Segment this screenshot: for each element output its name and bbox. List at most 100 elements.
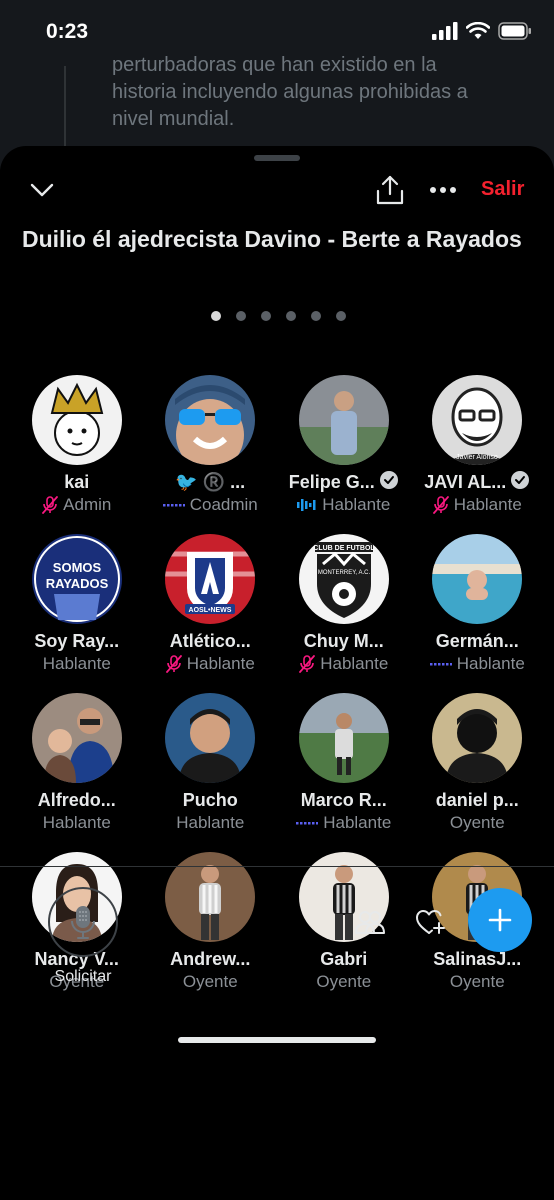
react-button[interactable]: [414, 906, 446, 938]
participant[interactable]: Javier Alonso JAVI AL... Hablante: [411, 375, 545, 516]
svg-text:MONTERREY, A.C.: MONTERREY, A.C.: [318, 570, 371, 576]
participant-role: Oyente: [449, 972, 505, 991]
participant[interactable]: Andrew... Oyente: [144, 852, 278, 993]
mic-muted-icon: [432, 496, 449, 514]
participant-role-row: Hablante: [43, 653, 111, 675]
footer-divider: [0, 866, 554, 867]
request-mic-button[interactable]: [48, 887, 118, 957]
participant[interactable]: Pucho Hablante: [144, 693, 278, 834]
more-options-button[interactable]: [426, 176, 460, 204]
participant[interactable]: Germán... Hablante: [411, 534, 545, 675]
page-dot: [261, 311, 271, 321]
role-status: [297, 499, 317, 511]
participant-role: Hablante: [320, 654, 389, 673]
participant-role: Hablante: [323, 813, 392, 832]
participant-name-row: kai: [64, 471, 89, 493]
battery-icon: [498, 22, 532, 45]
participant-name: Gabri: [320, 948, 368, 969]
home-indicator[interactable]: [178, 1037, 376, 1043]
page-dot: [311, 311, 321, 321]
avatar[interactable]: SOMOS RAYADOS: [31, 534, 122, 624]
participant[interactable]: Gabri Oyente: [277, 852, 411, 993]
avatar[interactable]: [432, 693, 523, 783]
participant-name-row: SalinasJ...: [433, 948, 521, 970]
wifi-icon: [465, 21, 491, 45]
idle-audio-icon: [162, 504, 185, 507]
participant-name: SalinasJ...: [433, 948, 522, 969]
participant-role-row: Hablante: [432, 494, 522, 516]
leave-button[interactable]: Salir: [481, 178, 524, 201]
participant[interactable]: Alfredo... Hablante: [10, 693, 144, 834]
participant-role-row: Hablante: [43, 812, 111, 834]
participant[interactable]: SOMOS RAYADOS Soy Ray... Hablante: [10, 534, 144, 675]
participant-name-row: Andrew...: [170, 948, 250, 970]
participant[interactable]: AOSL•NEWS Atlético... Hablante: [144, 534, 278, 675]
participant[interactable]: daniel p... Oyente: [411, 693, 545, 834]
microphone-icon: [71, 906, 95, 939]
participant[interactable]: kai Admin: [10, 375, 144, 516]
participant-name-row: Gabri: [320, 948, 367, 970]
status-time: 0:23: [46, 20, 89, 43]
participant-role-row: Oyente: [183, 971, 238, 993]
participant-name: Marco R...: [300, 789, 387, 810]
svg-text:RAYADOS: RAYADOS: [45, 576, 108, 591]
participant-role-row: Oyente: [316, 971, 371, 993]
participant-name: Felipe G...: [288, 471, 375, 492]
participant-role-row: Hablante: [429, 653, 525, 675]
participant-name: kai: [64, 471, 90, 492]
avatar[interactable]: Javier Alonso: [432, 375, 523, 465]
participant-role-row: Hablante: [165, 653, 255, 675]
avatar[interactable]: [298, 693, 389, 783]
request-label: Solicitar: [54, 968, 112, 985]
participant[interactable]: Marco R... Hablante: [277, 693, 411, 834]
mic-muted-icon: [42, 496, 59, 514]
avatar[interactable]: AOSL•NEWS: [165, 534, 256, 624]
participant-name-row: Soy Ray...: [34, 630, 119, 652]
avatar[interactable]: [31, 375, 122, 465]
people-icon: [355, 911, 385, 934]
verified-badge-icon: [379, 470, 399, 495]
participant-role: Hablante: [186, 654, 255, 673]
role-status: [162, 503, 185, 507]
status-bar: 0:23: [0, 0, 554, 66]
sheet-grabber[interactable]: [254, 155, 300, 161]
participant-name: Alfredo...: [37, 789, 116, 810]
participant-name-row: 🐦 ®️ ...: [175, 471, 245, 493]
participant-name: Soy Ray...: [34, 630, 120, 651]
participant[interactable]: Felipe G... Hablante: [277, 375, 411, 516]
avatar[interactable]: [165, 693, 256, 783]
participant-role: Oyente: [316, 972, 372, 991]
avatar[interactable]: [432, 534, 523, 624]
participant-role: Oyente: [449, 813, 505, 832]
plus-icon: [488, 908, 512, 932]
participant-role-row: Coadmin: [162, 494, 258, 516]
participant[interactable]: CLUB DE FUTBOL MONTERREY, A.C. Chuy M... Ha…: [277, 534, 411, 675]
participant-role: Hablante: [453, 495, 522, 514]
idle-audio-icon: [296, 822, 319, 825]
participant-role: Coadmin: [189, 495, 258, 514]
avatar[interactable]: [165, 375, 256, 465]
participant-role: Hablante: [42, 654, 111, 673]
participant-name: daniel p...: [435, 789, 519, 810]
participant[interactable]: 🐦 ®️ ... Coadmin: [144, 375, 278, 516]
page-dot: [286, 311, 296, 321]
avatar[interactable]: [31, 693, 122, 783]
participant-role-row: Hablante: [297, 494, 390, 516]
tweet-line: historia incluyendo algunas prohibidas a: [112, 81, 468, 103]
idle-audio-icon: [429, 663, 452, 666]
participant-name-row: Marco R...: [301, 789, 387, 811]
participants-button[interactable]: [354, 906, 386, 938]
mic-muted-icon: [165, 655, 182, 673]
role-status: [42, 496, 59, 514]
participant-name: Andrew...: [170, 948, 251, 969]
participant-name-row: Chuy M...: [304, 630, 384, 652]
share-button[interactable]: [374, 172, 406, 208]
minimize-button[interactable]: [26, 174, 58, 206]
share-icon: [376, 175, 404, 205]
avatar[interactable]: CLUB DE FUTBOL MONTERREY, A.C.: [298, 534, 389, 624]
participant-role: Admin: [63, 495, 112, 514]
participant-name: Chuy M...: [303, 630, 384, 651]
heart-plus-icon: [416, 910, 445, 934]
compose-button[interactable]: [468, 888, 532, 952]
avatar[interactable]: [298, 375, 389, 465]
